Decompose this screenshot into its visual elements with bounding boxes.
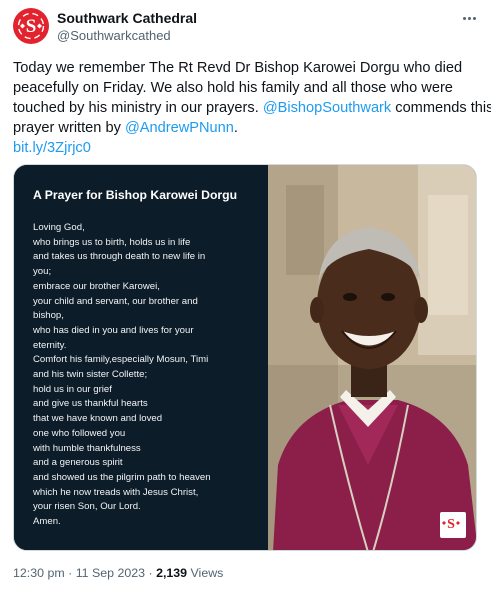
views-count: 2,139 <box>156 566 188 580</box>
mention-link-bishopsouthwark[interactable]: @BishopSouthwark <box>263 100 391 116</box>
prayer-line: and takes us through death to new life i… <box>33 251 206 263</box>
prayer-line: that we have known and loved <box>33 413 163 425</box>
prayer-panel: A Prayer for Bishop Karowei Dorgu Loving… <box>14 165 268 550</box>
avatar[interactable]: S <box>13 8 49 44</box>
short-link[interactable]: bit.ly/3Zjrjc0 <box>13 138 478 158</box>
prayer-line: who brings us to birth, holds us in life <box>33 236 191 248</box>
tweet-line: peacefully on Friday. We also hold his f… <box>13 80 453 96</box>
prayer-line: who has died in you and lives for your <box>33 324 194 336</box>
prayer-line: you; <box>33 266 52 278</box>
prayer-line: Comfort his family,especially Mosun, Tim… <box>33 354 209 366</box>
tweet-text-segment: touched by his ministry in our prayers. <box>13 100 263 116</box>
more-options-button[interactable] <box>458 10 480 26</box>
views-label: Views <box>187 566 224 580</box>
meta-separator: · <box>145 566 157 580</box>
prayer-line: your risen Son, Our Lord. <box>33 501 141 513</box>
diamond-s-logo-icon: S <box>442 517 460 532</box>
portrait-illustration <box>268 165 476 550</box>
tweet-text-segment: . <box>233 120 238 136</box>
account-handle[interactable]: @Southwarkcathed <box>57 28 171 43</box>
tweet-line: prayer written by @AndrewPNunn. <box>13 118 478 138</box>
tweet-text-segment: prayer written by <box>13 120 125 136</box>
prayer-line: embrace our brother Karowei, <box>33 280 160 292</box>
more-dot <box>472 16 476 20</box>
more-dot <box>467 16 471 20</box>
svg-text:S: S <box>26 16 37 37</box>
bishop-portrait-photo: S <box>268 165 476 550</box>
tweet-meta: 12:30 pm · 11 Sep 2023 · 2,139 Views <box>13 566 223 580</box>
meta-separator: · <box>64 566 76 580</box>
prayer-body: Loving God, who brings us to birth, holds… <box>33 221 261 530</box>
tweet-media-image[interactable]: A Prayer for Bishop Karowei Dorgu Loving… <box>13 164 477 551</box>
tweet-date[interactable]: 11 Sep 2023 <box>76 566 145 580</box>
prayer-line: and a generous spirit <box>33 457 123 469</box>
prayer-line: and showed us the pilgrim path to heaven <box>33 471 211 483</box>
logo-badge: S <box>440 512 466 538</box>
prayer-line: your child and servant, our brother and <box>33 295 198 307</box>
prayer-line: bishop, <box>33 310 64 322</box>
svg-text:S: S <box>447 517 455 532</box>
prayer-title: A Prayer for Bishop Karowei Dorgu <box>33 188 238 202</box>
tweet-line: Today we remember The Rt Revd Dr Bishop … <box>13 60 463 76</box>
tweet-text: Today we remember The Rt Revd Dr Bishop … <box>13 58 491 158</box>
diamond-s-logo-icon: S <box>17 12 45 40</box>
prayer-line: and give us thankful hearts <box>33 398 148 410</box>
mention-link-andrewpnunn[interactable]: @AndrewPNunn <box>125 120 234 136</box>
more-horizontal-icon <box>462 16 466 20</box>
prayer-line: Loving God, <box>33 222 85 233</box>
prayer-line: eternity. <box>33 339 67 351</box>
prayer-line: with humble thankfulness <box>33 442 141 454</box>
prayer-line: and his twin sister Collette; <box>33 369 148 381</box>
display-name[interactable]: Southwark Cathedral <box>57 10 197 26</box>
prayer-line: hold us in our grief <box>33 383 112 395</box>
tweet-text-segment: commends this <box>391 100 491 116</box>
tweet-time[interactable]: 12:30 pm <box>13 566 65 580</box>
prayer-line: Amen. <box>33 516 61 528</box>
tweet-line: touched by his ministry in our prayers. … <box>13 98 491 118</box>
prayer-line: one who followed you <box>33 427 126 439</box>
prayer-line: which he now treads with Jesus Christ, <box>33 486 199 498</box>
